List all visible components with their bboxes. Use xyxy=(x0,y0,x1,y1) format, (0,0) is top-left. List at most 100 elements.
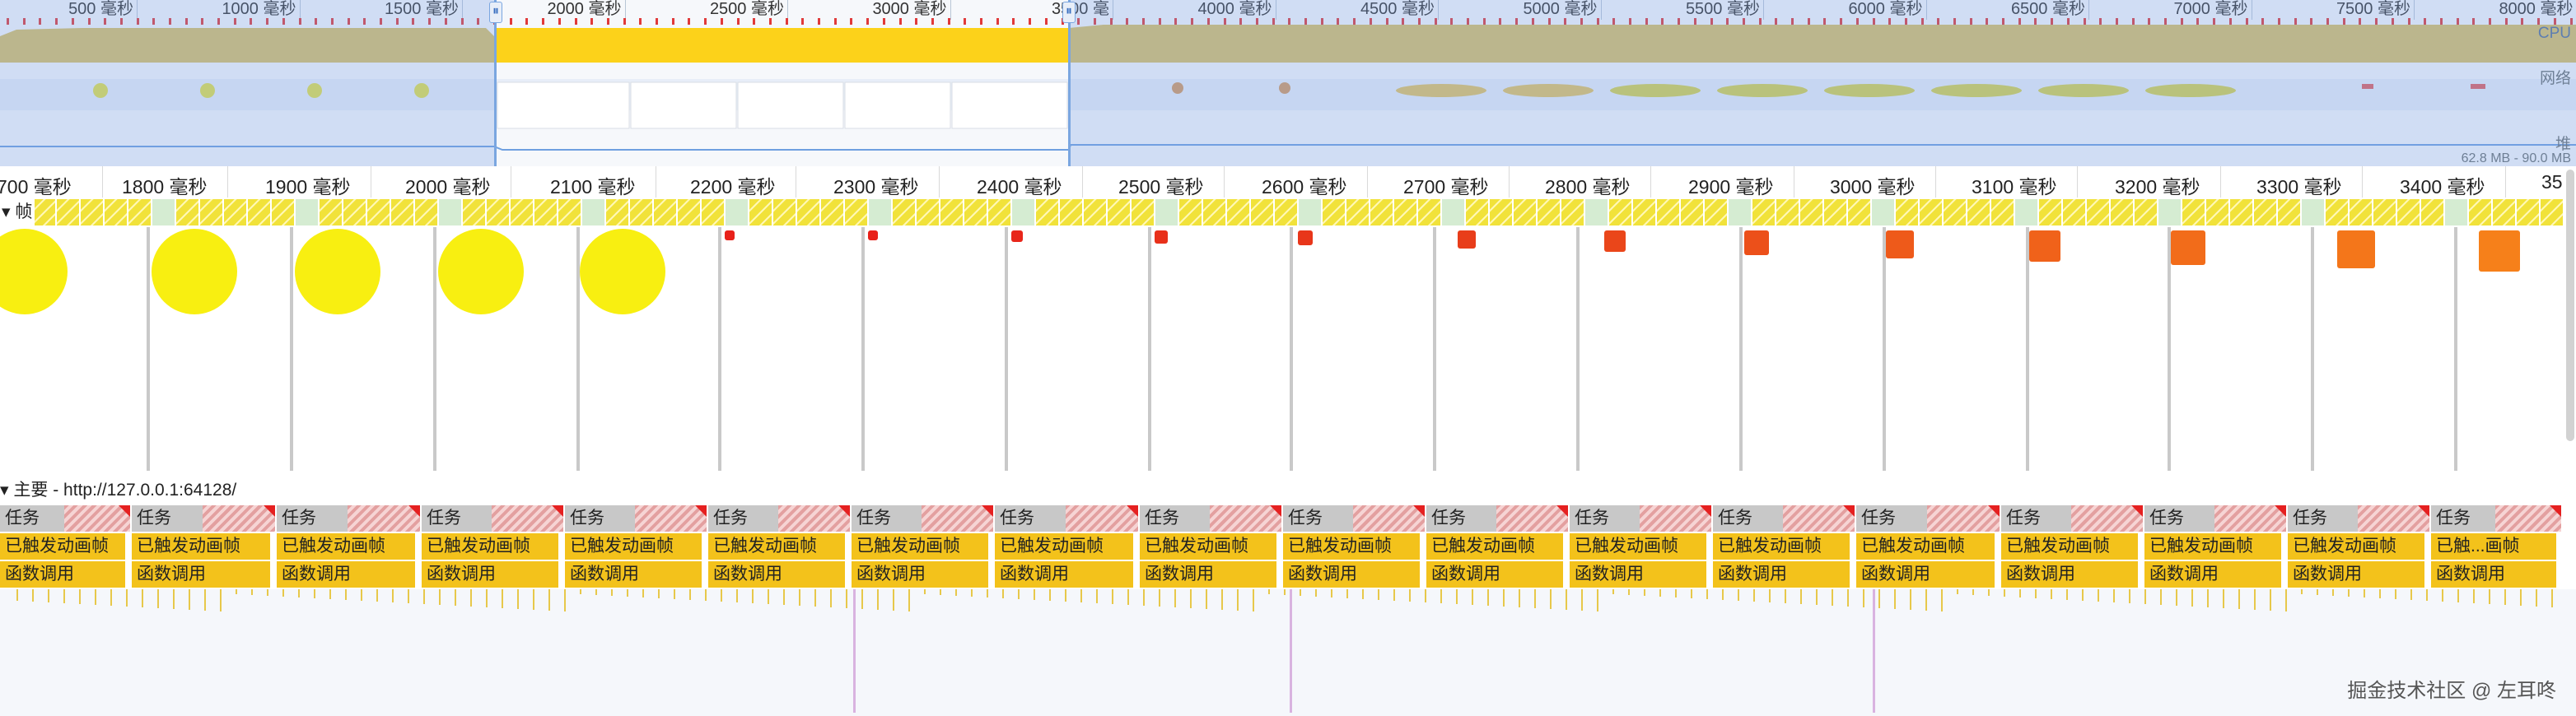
frame-bar[interactable] xyxy=(1967,199,1990,225)
frame-bar[interactable] xyxy=(105,199,127,225)
frame-bar[interactable] xyxy=(2230,199,2252,225)
function-call-block[interactable]: 函数调用 xyxy=(1570,561,1708,588)
animation-frame-fired-block[interactable]: 已触发动画帧 xyxy=(0,533,127,560)
frame-bar[interactable] xyxy=(1490,199,1512,225)
frame-bar[interactable] xyxy=(1944,199,1966,225)
frame-bar[interactable] xyxy=(128,199,151,225)
task-block[interactable]: 任务 xyxy=(1283,505,1426,532)
function-call-block[interactable]: 函数调用 xyxy=(565,561,703,588)
frame-bar[interactable] xyxy=(1657,199,1679,225)
frame-bar[interactable] xyxy=(797,199,819,225)
animation-frame-fired-block[interactable]: 已触发动画帧 xyxy=(132,533,272,560)
function-call-block[interactable]: 函数调用 xyxy=(422,561,560,588)
frame-bar[interactable] xyxy=(940,199,963,225)
frame-bar[interactable] xyxy=(1036,199,1058,225)
frame-bar[interactable] xyxy=(1323,199,1345,225)
animation-frame-fired-block[interactable]: 已触发动画帧 xyxy=(1570,533,1708,560)
main-thread-header[interactable]: ▾ 主要 - http://127.0.0.1:64128/ xyxy=(0,477,2576,504)
function-call-block[interactable]: 函数调用 xyxy=(1283,561,1421,588)
frame-bar[interactable] xyxy=(2302,199,2324,225)
frame-bar[interactable] xyxy=(678,199,700,225)
frame-bar[interactable] xyxy=(1538,199,1560,225)
function-call-block[interactable]: 函数调用 xyxy=(2144,561,2283,588)
animation-frame-fired-block[interactable]: 已触发动画帧 xyxy=(1856,533,1996,560)
animation-frame-fired-block[interactable]: 已触发动画帧 xyxy=(1140,533,1278,560)
animation-frame-fired-block[interactable]: 已触发动画帧 xyxy=(277,533,417,560)
frame-bar[interactable] xyxy=(606,199,628,225)
frame-bar[interactable] xyxy=(2278,199,2300,225)
frame-bar[interactable] xyxy=(2254,199,2276,225)
animation-frame-fired-block[interactable]: 已触发动画帧 xyxy=(1426,533,1565,560)
frame-bar[interactable] xyxy=(1299,199,1321,225)
frame-bar[interactable] xyxy=(726,199,748,225)
frame-bar[interactable] xyxy=(224,199,246,225)
frame-bar[interactable] xyxy=(1800,199,1822,225)
task-block[interactable]: 任务 xyxy=(852,505,995,532)
frames-track-label[interactable]: ▾ 帧 xyxy=(0,199,35,225)
frame-bar[interactable] xyxy=(2111,199,2133,225)
frame-bar[interactable] xyxy=(2469,199,2491,225)
frame-bar[interactable] xyxy=(1442,199,1464,225)
frame-bar[interactable] xyxy=(1514,199,1536,225)
frame-bar[interactable] xyxy=(2326,199,2348,225)
animation-frame-fired-block[interactable]: 已触发动画帧 xyxy=(852,533,990,560)
frame-bar[interactable] xyxy=(1609,199,1631,225)
function-call-block[interactable]: 函数调用 xyxy=(132,561,272,588)
selection-left-handle[interactable]: ⏸ xyxy=(489,2,502,23)
frame-bar[interactable] xyxy=(2373,199,2396,225)
task-block[interactable]: 任务 xyxy=(422,505,565,532)
frame-bar[interactable] xyxy=(2541,199,2563,225)
task-block[interactable]: 任务 xyxy=(565,505,708,532)
animation-frame-fired-block[interactable]: 已触...画帧 xyxy=(2431,533,2558,560)
frame-bar[interactable] xyxy=(1752,199,1775,225)
collapse-arrow-icon[interactable]: ▾ xyxy=(2,202,11,221)
frame-bar[interactable] xyxy=(2421,199,2443,225)
frame-bar[interactable] xyxy=(1084,199,1106,225)
frame-bar[interactable] xyxy=(1346,199,1369,225)
frame-bar[interactable] xyxy=(176,199,198,225)
function-call-block[interactable]: 函数调用 xyxy=(1856,561,1996,588)
frame-bar[interactable] xyxy=(2039,199,2061,225)
frame-bar[interactable] xyxy=(2182,199,2205,225)
animation-frame-fired-block[interactable]: 已触发动画帧 xyxy=(1713,533,1851,560)
frame-bar[interactable] xyxy=(869,199,891,225)
frame-bar[interactable] xyxy=(1394,199,1416,225)
frame-bar[interactable] xyxy=(1418,199,1440,225)
frame-bar[interactable] xyxy=(534,199,557,225)
frame-bar[interactable] xyxy=(582,199,604,225)
task-block[interactable]: 任务 xyxy=(0,505,132,532)
frame-bar[interactable] xyxy=(988,199,1010,225)
task-block[interactable]: 任务 xyxy=(1140,505,1283,532)
frame-bar[interactable] xyxy=(2517,199,2539,225)
frame-bar[interactable] xyxy=(33,199,55,225)
task-block[interactable]: 任务 xyxy=(132,505,277,532)
frames-track[interactable]: ▾ 帧 xyxy=(0,198,2576,227)
frame-bar[interactable] xyxy=(200,199,222,225)
frame-bar[interactable] xyxy=(773,199,796,225)
frame-bar[interactable] xyxy=(296,199,318,225)
animation-frame-fired-block[interactable]: 已触发动画帧 xyxy=(565,533,703,560)
animation-frame-fired-block[interactable]: 已触发动画帧 xyxy=(422,533,560,560)
function-call-block[interactable]: 函数调用 xyxy=(2001,561,2140,588)
screenshots-track[interactable] xyxy=(0,227,2576,471)
function-call-block[interactable]: 函数调用 xyxy=(277,561,417,588)
function-call-block[interactable]: 函数调用 xyxy=(0,561,127,588)
frame-bar[interactable] xyxy=(1179,199,1202,225)
frame-bar[interactable] xyxy=(439,199,461,225)
frame-bar[interactable] xyxy=(1466,199,1488,225)
frame-bar[interactable] xyxy=(2493,199,2515,225)
frame-bar[interactable] xyxy=(1275,199,1297,225)
frame-bar[interactable] xyxy=(1991,199,2014,225)
task-block[interactable]: 任务 xyxy=(708,505,852,532)
function-call-block[interactable]: 函数调用 xyxy=(1426,561,1565,588)
frame-bar[interactable] xyxy=(1203,199,1225,225)
frame-bar[interactable] xyxy=(1729,199,1751,225)
animation-frame-fired-block[interactable]: 已触发动画帧 xyxy=(1283,533,1421,560)
frame-bar[interactable] xyxy=(343,199,366,225)
animation-frame-fired-block[interactable]: 已触发动画帧 xyxy=(708,533,847,560)
frame-bar[interactable] xyxy=(463,199,485,225)
frame-bar[interactable] xyxy=(1681,199,1703,225)
frame-bar[interactable] xyxy=(1370,199,1393,225)
frame-bar[interactable] xyxy=(391,199,413,225)
frame-bar[interactable] xyxy=(630,199,652,225)
